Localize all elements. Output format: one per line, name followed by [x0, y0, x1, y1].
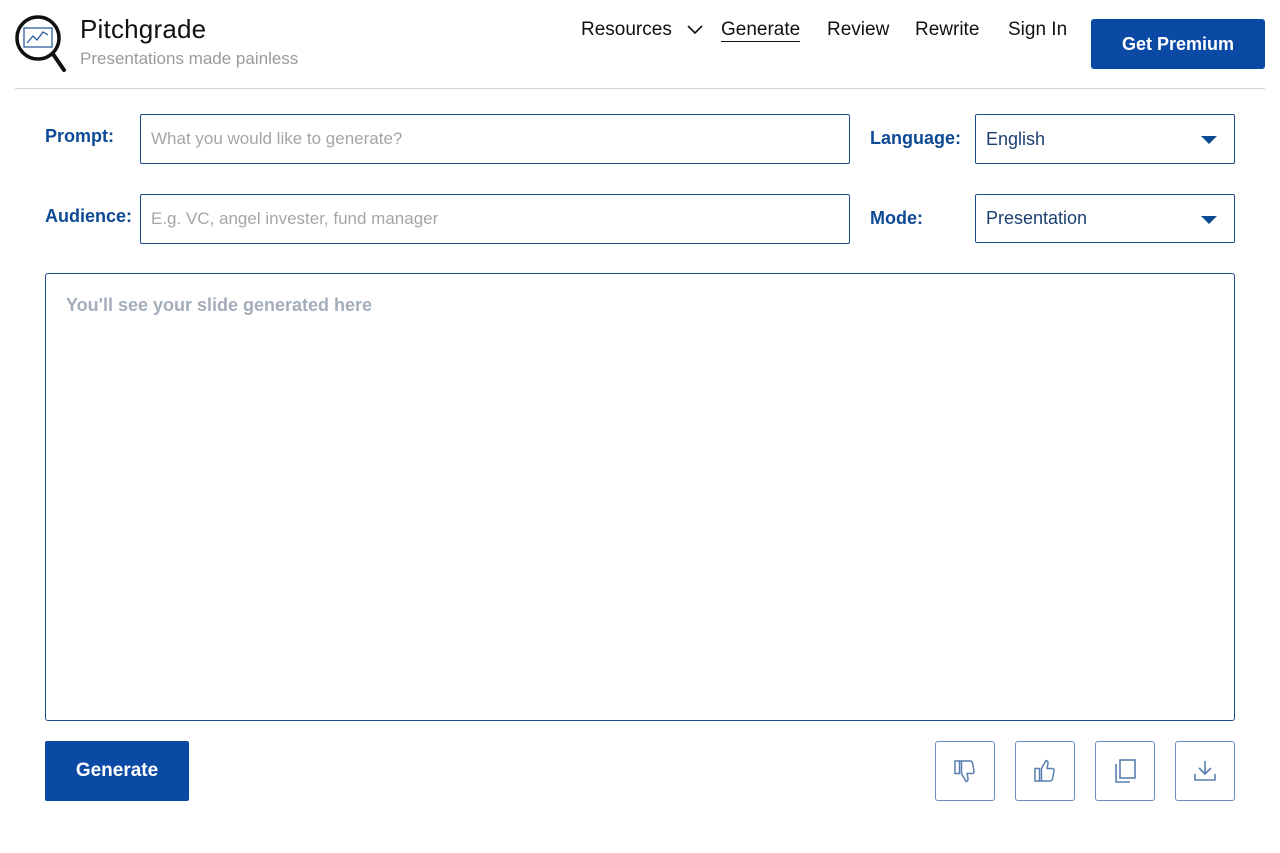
download-icon — [1194, 761, 1216, 781]
prompt-label: Prompt: — [45, 126, 114, 146]
mode-select[interactable]: Presentation — [975, 194, 1235, 243]
prompt-input[interactable] — [140, 114, 850, 164]
audience-label: Audience: — [45, 206, 133, 226]
caret-down-icon — [1201, 215, 1217, 224]
language-select-value: English — [986, 128, 1046, 149]
get-premium-button[interactable]: Get Premium — [1091, 19, 1265, 69]
thumbs-up-icon — [1034, 759, 1055, 782]
copy-icon — [1115, 759, 1136, 783]
slide-output-area[interactable]: You'll see your slide generated here — [45, 273, 1235, 721]
mode-label: Mode: — [870, 208, 923, 228]
language-label: Language: — [870, 128, 962, 148]
generate-button[interactable]: Generate — [45, 741, 189, 801]
magnifier-chart-logo-icon[interactable] — [15, 15, 67, 73]
nav-item-resources[interactable]: Resources — [581, 19, 703, 41]
language-select[interactable]: English — [975, 114, 1235, 164]
brand-name[interactable]: Pitchgrade — [80, 14, 206, 45]
audience-input[interactable] — [140, 194, 850, 244]
thumbs-down-icon — [954, 760, 975, 783]
nav-item-generate[interactable]: Generate — [721, 19, 801, 42]
caret-down-icon — [1201, 136, 1217, 144]
copy-button[interactable] — [1095, 741, 1155, 801]
like-button[interactable] — [1015, 741, 1075, 801]
nav-item-resources-label: Resources — [581, 19, 672, 40]
chevron-down-icon — [687, 25, 703, 35]
nav-item-review[interactable]: Review — [827, 19, 889, 41]
download-button[interactable] — [1175, 741, 1235, 801]
header: Pitchgrade Presentations made painless R… — [15, 0, 1265, 89]
nav-item-rewrite[interactable]: Rewrite — [915, 19, 979, 41]
brand-tagline: Presentations made painless — [80, 49, 299, 68]
mode-select-value: Presentation — [986, 208, 1088, 228]
output-placeholder: You'll see your slide generated here — [66, 295, 373, 315]
dislike-button[interactable] — [935, 741, 995, 801]
nav-item-sign-in[interactable]: Sign In — [1008, 19, 1067, 41]
